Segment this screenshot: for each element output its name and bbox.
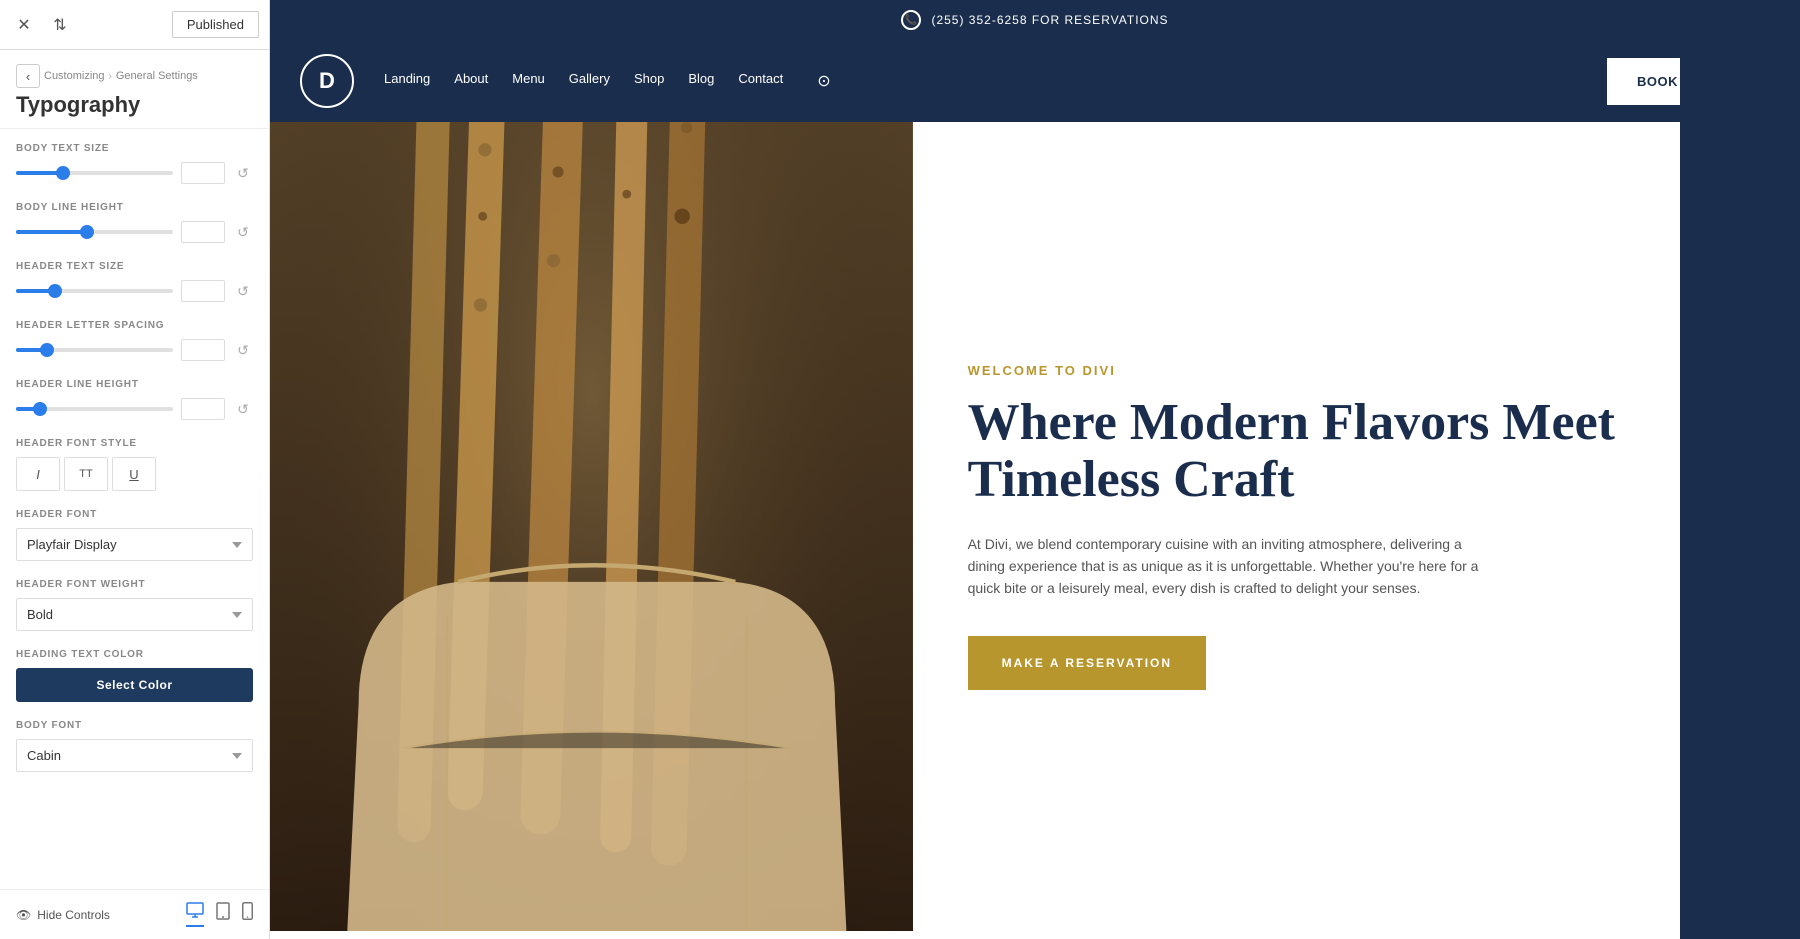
footer-device-icons xyxy=(186,902,253,927)
nav-landing[interactable]: Landing xyxy=(384,71,430,91)
header-letter-spacing-input[interactable]: 0 xyxy=(181,339,225,361)
header-line-height-reset[interactable]: ↺ xyxy=(233,399,253,419)
swap-icon[interactable]: ⇅ xyxy=(46,11,74,39)
header-line-height-track[interactable] xyxy=(16,407,173,411)
underline-button[interactable]: U xyxy=(112,457,156,491)
panel-topbar: ✕ ⇅ Published xyxy=(0,0,269,50)
header-font-style-label: HEADER FONT STYLE xyxy=(16,438,253,449)
body-text-size-thumb[interactable] xyxy=(56,166,70,180)
panel-footer: 👁 Hide Controls xyxy=(0,889,269,939)
site-nav: D Landing About Menu Gallery Shop Blog C… xyxy=(270,40,1800,122)
site-phone-text: (255) 352-6258 FOR RESERVATIONS xyxy=(931,13,1168,27)
header-text-size-input[interactable]: 30 xyxy=(181,280,225,302)
caps-button[interactable]: TT xyxy=(64,457,108,491)
header-text-size-thumb[interactable] xyxy=(48,284,62,298)
header-font-control: HEADER FONT Playfair Display Georgia Tim… xyxy=(16,509,253,561)
panel-header: ‹ Customizing › General Settings Typogra… xyxy=(0,50,269,129)
customizer-panel: ✕ ⇅ Published ‹ Customizing › General Se… xyxy=(0,0,270,939)
hero-section: WELCOME TO DIVI Where Modern Flavors Mee… xyxy=(270,122,1800,931)
hero-body-text: At Divi, we blend contemporary cuisine w… xyxy=(968,533,1488,600)
search-icon[interactable]: ⊙ xyxy=(817,71,830,91)
body-font-select[interactable]: Cabin Open Sans Roboto Lato xyxy=(16,739,253,772)
hide-controls-label: Hide Controls xyxy=(37,908,110,922)
body-font-label: BODY FONT xyxy=(16,720,253,731)
close-icon[interactable]: ✕ xyxy=(10,11,38,39)
panel-title: Typography xyxy=(16,92,253,118)
welcome-text: WELCOME TO DIVI xyxy=(968,363,1745,378)
body-line-height-input[interactable]: 1.7 xyxy=(181,221,225,243)
header-letter-spacing-label: HEADER LETTER SPACING xyxy=(16,320,253,331)
panel-content: BODY TEXT SIZE 16 ↺ BODY LINE HEIGHT 1.7… xyxy=(0,129,269,889)
mobile-icon[interactable] xyxy=(242,902,253,927)
body-text-size-label: BODY TEXT SIZE xyxy=(16,143,253,154)
header-text-size-label: HEADER TEXT SIZE xyxy=(16,261,253,272)
body-line-height-track[interactable] xyxy=(16,230,173,234)
back-button[interactable]: ‹ xyxy=(16,64,40,88)
nav-blog[interactable]: Blog xyxy=(688,71,714,91)
font-style-buttons: I TT U xyxy=(16,457,253,491)
body-text-size-input[interactable]: 16 xyxy=(181,162,225,184)
hide-icon: 👁 xyxy=(16,908,31,922)
header-font-weight-select[interactable]: Thin Light Regular Bold Extra Bold xyxy=(16,598,253,631)
body-line-height-fill xyxy=(16,230,87,234)
heading-text-color-label: HEADING TEXT COLOR xyxy=(16,649,253,660)
header-letter-spacing-reset[interactable]: ↺ xyxy=(233,340,253,360)
make-reservation-button[interactable]: MAKE A RESERVATION xyxy=(968,636,1206,690)
header-text-size-control: HEADER TEXT SIZE 30 ↺ xyxy=(16,261,253,302)
header-font-style-control: HEADER FONT STYLE I TT U xyxy=(16,438,253,491)
heading-text-color-control: HEADING TEXT COLOR Select Color xyxy=(16,649,253,702)
header-letter-spacing-control: HEADER LETTER SPACING 0 ↺ xyxy=(16,320,253,361)
body-line-height-reset[interactable]: ↺ xyxy=(233,222,253,242)
header-font-weight-label: HEADER FONT WEIGHT xyxy=(16,579,253,590)
header-line-height-control: HEADER LINE HEIGHT 1 ↺ xyxy=(16,379,253,420)
site-logo: D xyxy=(300,54,354,108)
header-line-height-input[interactable]: 1 xyxy=(181,398,225,420)
header-line-height-thumb[interactable] xyxy=(33,402,47,416)
hero-image xyxy=(270,122,913,931)
nav-shop[interactable]: Shop xyxy=(634,71,664,91)
header-font-label: HEADER FONT xyxy=(16,509,253,520)
website-wrapper: 📞 (255) 352-6258 FOR RESERVATIONS D Land… xyxy=(270,0,1800,939)
breadcrumb: ‹ Customizing › General Settings xyxy=(16,64,253,88)
published-button[interactable]: Published xyxy=(172,11,259,38)
nav-about[interactable]: About xyxy=(454,71,488,91)
hide-controls-button[interactable]: 👁 Hide Controls xyxy=(16,908,110,922)
header-font-select[interactable]: Playfair Display Georgia Times New Roman… xyxy=(16,528,253,561)
body-line-height-control: BODY LINE HEIGHT 1.7 ↺ xyxy=(16,202,253,243)
breadcrumb-separator: › xyxy=(109,71,112,82)
phone-icon: 📞 xyxy=(901,10,921,30)
body-text-size-track[interactable] xyxy=(16,171,173,175)
site-preview: 📞 (255) 352-6258 FOR RESERVATIONS D Land… xyxy=(270,0,1800,939)
body-text-size-reset[interactable]: ↺ xyxy=(233,163,253,183)
header-line-height-label: HEADER LINE HEIGHT xyxy=(16,379,253,390)
select-color-button[interactable]: Select Color xyxy=(16,668,253,702)
italic-button[interactable]: I xyxy=(16,457,60,491)
nav-gallery[interactable]: Gallery xyxy=(569,71,610,91)
header-font-weight-control: HEADER FONT WEIGHT Thin Light Regular Bo… xyxy=(16,579,253,631)
header-letter-spacing-track[interactable] xyxy=(16,348,173,352)
nav-links: Landing About Menu Gallery Shop Blog Con… xyxy=(384,71,1607,91)
site-topbar: 📞 (255) 352-6258 FOR RESERVATIONS xyxy=(270,0,1800,40)
hero-content: WELCOME TO DIVI Where Modern Flavors Mee… xyxy=(913,122,1800,931)
nav-menu[interactable]: Menu xyxy=(512,71,545,91)
tablet-icon[interactable] xyxy=(216,902,230,927)
hero-headline: Where Modern Flavors Meet Timeless Craft xyxy=(968,394,1745,508)
body-text-size-control: BODY TEXT SIZE 16 ↺ xyxy=(16,143,253,184)
body-line-height-label: BODY LINE HEIGHT xyxy=(16,202,253,213)
header-letter-spacing-thumb[interactable] xyxy=(40,343,54,357)
header-text-size-track[interactable] xyxy=(16,289,173,293)
body-line-height-thumb[interactable] xyxy=(80,225,94,239)
breadcrumb-customizing: Customizing xyxy=(44,70,105,82)
body-font-control: BODY FONT Cabin Open Sans Roboto Lato xyxy=(16,720,253,772)
desktop-icon[interactable] xyxy=(186,902,204,927)
header-text-size-reset[interactable]: ↺ xyxy=(233,281,253,301)
nav-contact[interactable]: Contact xyxy=(738,71,783,91)
breadcrumb-general-settings: General Settings xyxy=(116,70,198,82)
right-bg-strip xyxy=(1680,0,1800,939)
